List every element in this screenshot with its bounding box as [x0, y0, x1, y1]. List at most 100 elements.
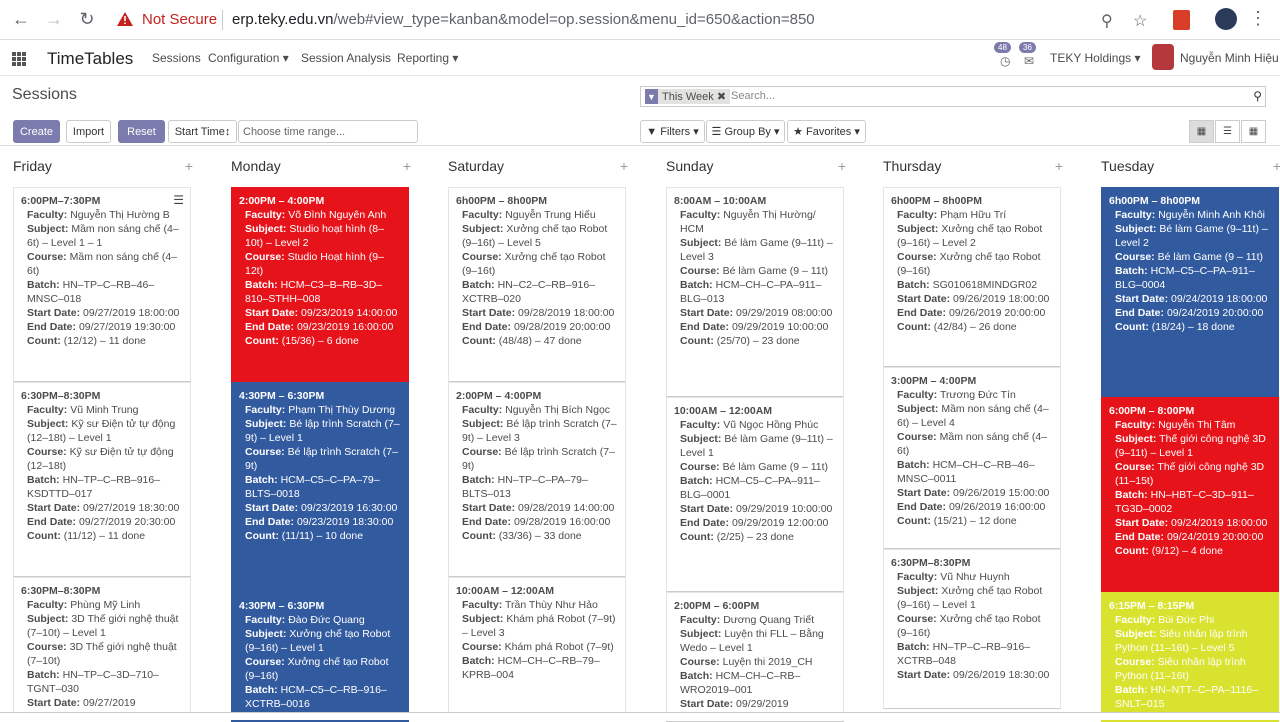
search-bar[interactable]: ▼ This Week ✖ Search... ⚲ [640, 86, 1266, 107]
favorites-button[interactable]: ★ Favorites ▾ [787, 120, 866, 143]
filters-button[interactable]: ▼ Filters ▾ [640, 120, 705, 143]
field-label: Subject: [27, 418, 69, 430]
card-field: Faculty: Phùng Mỹ Linh [21, 598, 183, 612]
reload-icon[interactable]: ↻ [76, 9, 98, 30]
time-range-input[interactable]: Choose time range... [238, 120, 418, 143]
star-icon[interactable]: ☆ [1133, 11, 1147, 31]
field-label: Subject: [897, 585, 939, 597]
start-time-select[interactable]: Start Time ↕ [168, 120, 237, 143]
card-field: Faculty: Nguyễn Thị Tâm [1109, 418, 1271, 432]
extension-icon[interactable] [1173, 10, 1190, 30]
session-time: 6:30PM–8:30PM [21, 585, 101, 597]
quick-create-icon[interactable]: + [1273, 158, 1280, 174]
kanban-view-icon[interactable]: ▦ [1189, 120, 1214, 143]
import-button[interactable]: Import [66, 120, 111, 143]
session-time: 6:00PM – 8:00PM [1109, 405, 1195, 417]
field-value: 09/29/2019 12:00:00 [731, 517, 829, 529]
session-card[interactable]: 4:30PM – 6:30PM Faculty: Phạm Thị Thùy Dư… [231, 382, 409, 592]
user-avatar[interactable] [1152, 44, 1174, 70]
horizontal-scrollbar[interactable] [0, 712, 1280, 720]
quick-create-icon[interactable]: + [838, 158, 846, 174]
company-switcher[interactable]: TEKY Holdings ▾ [1050, 51, 1141, 65]
field-label: Batch: [680, 279, 713, 291]
card-field: Count: (11/12) – 11 done [21, 529, 183, 543]
field-value: 09/24/2019 20:00:00 [1166, 307, 1264, 319]
create-button[interactable]: Create [13, 120, 60, 143]
search-facet[interactable]: ▼ This Week ✖ [645, 89, 731, 104]
card-field: Course: Bé lập trình Scratch (7–9t) [456, 445, 618, 473]
session-card[interactable]: 6:15PM – 8:15PM Faculty: Bùi Đức Phi Subje… [1101, 592, 1279, 722]
card-field: Count: (11/11) – 10 done [239, 529, 401, 543]
card-field: End Date: 09/29/2019 10:00:00 [674, 320, 836, 334]
session-card[interactable]: 6:30PM–8:30PM Faculty: Vũ Minh Trung Subje… [13, 382, 191, 577]
session-card[interactable]: 10:00AM – 12:00AM Faculty: Trần Thùy Như … [448, 577, 626, 717]
menu-configuration[interactable]: Configuration ▾ [208, 51, 289, 65]
session-card[interactable]: 6h00PM – 8h00PM Faculty: Nguyễn Minh Anh … [1101, 187, 1279, 397]
session-time: 6h00PM – 8h00PM [1109, 195, 1201, 207]
field-label: Batch: [462, 655, 495, 667]
quick-create-icon[interactable]: + [1055, 158, 1063, 174]
field-label: Course: [1115, 656, 1155, 668]
session-card[interactable]: 6:30PM–8:30PM Faculty: Phùng Mỹ Linh Subje… [13, 577, 191, 717]
session-card[interactable]: 6h00PM – 8h00PM Faculty: Phạm Hữu Trí Subj… [883, 187, 1061, 367]
search-icon[interactable]: ⚲ [1253, 89, 1262, 103]
session-card[interactable]: 10:00AM – 12:00AM Faculty: Vũ Ngọc Hồng P… [666, 397, 844, 592]
field-label: Course: [27, 641, 67, 653]
facet-label: This Week [662, 90, 714, 103]
quick-create-icon[interactable]: + [620, 158, 628, 174]
list-view-icon[interactable]: ☰ [1215, 120, 1240, 143]
session-card[interactable]: 2:00PM – 6:00PM Faculty: Dương Quang Triế… [666, 592, 844, 722]
session-time: 4:30PM – 6:30PM [239, 600, 325, 612]
field-label: End Date: [462, 516, 512, 528]
user-menu[interactable]: Nguyễn Minh Hiệu [1180, 51, 1279, 65]
field-label: Batch: [897, 641, 930, 653]
session-card[interactable]: 6:30PM–8:30PM Faculty: Vũ Như Huynh Subjec… [883, 549, 1061, 709]
field-label: Subject: [1115, 433, 1157, 445]
back-icon[interactable]: ← [10, 9, 32, 30]
field-label: Start Date: [27, 697, 81, 709]
card-field: Course: Luyện thi 2019_CH [674, 655, 836, 669]
session-card[interactable]: 6h00PM – 8h00PM Faculty: Nguyễn Trung Hiế… [448, 187, 626, 382]
menu-reporting[interactable]: Reporting ▾ [397, 51, 458, 65]
group-by-button[interactable]: ☰ Group By ▾ [706, 120, 785, 143]
apps-grid-icon[interactable] [12, 52, 26, 66]
session-card[interactable]: 3:00PM – 4:00PM Faculty: Trương Đức Tín Su… [883, 367, 1061, 549]
search-input[interactable]: Search... [731, 90, 775, 102]
column-title: Thursday [883, 158, 942, 174]
address-bar[interactable]: erp.teky.edu.vn/web#view_type=kanban&mod… [232, 11, 815, 28]
session-card[interactable]: 6:00PM–7:30PM ☰ Faculty: Nguyễn Thị Hường … [13, 187, 191, 382]
field-label: Subject: [897, 403, 939, 415]
quick-create-icon[interactable]: + [403, 158, 411, 174]
session-card[interactable]: 6:00PM – 8:00PM Faculty: Nguyễn Thị Tâm Su… [1101, 397, 1279, 592]
card-field: Count: (18/24) – 18 done [1109, 320, 1271, 334]
field-value: Nguyễn Minh Anh Khôi [1158, 209, 1266, 221]
card-field: Batch: HCM–CH–C–RB–46–MNSC–0011 [891, 458, 1053, 486]
card-field: Subject: Bé làm Game (9–11t) – Level 3 [674, 236, 836, 264]
card-field: Start Date: 09/23/2019 16:30:00 [239, 501, 401, 515]
card-field: Course: Xưởng chế tạo Robot (9–16t) [239, 655, 401, 683]
menu-session-analysis[interactable]: Session Analysis [301, 51, 391, 65]
session-card[interactable]: 2:00PM – 4:00PM Faculty: Võ Đình Nguyên A… [231, 187, 409, 382]
calendar-view-icon[interactable]: ▦ [1241, 120, 1266, 143]
field-value: Trương Đức Tín [940, 389, 1016, 401]
reset-button[interactable]: Reset [118, 120, 165, 143]
messages-icon[interactable]: ✉ [1024, 54, 1034, 68]
profile-avatar[interactable] [1215, 8, 1237, 30]
card-field: Start Date: 09/26/2019 18:30:00 [891, 668, 1053, 682]
card-field: Course: Xưởng chế tạo Robot (9–16t) [456, 250, 618, 278]
not-secure-label[interactable]: Not Secure [142, 11, 217, 28]
activity-clock-icon[interactable]: ◷ [1000, 54, 1010, 68]
menu-sessions[interactable]: Sessions [152, 51, 201, 65]
kebab-menu-icon[interactable]: ⋮ [1249, 8, 1267, 29]
session-card[interactable]: 8:00AM – 10:00AM Faculty: Nguyễn Thị Hườn… [666, 187, 844, 397]
facet-remove-icon[interactable]: ✖ [717, 90, 726, 103]
session-card[interactable]: 4:30PM – 6:30PM Faculty: Đào Đức Quang Sub… [231, 592, 409, 722]
quick-create-icon[interactable]: + [185, 158, 193, 174]
field-label: Faculty: [1115, 614, 1156, 626]
field-label: Subject: [462, 223, 504, 235]
field-label: End Date: [462, 321, 512, 333]
forward-icon[interactable]: → [43, 9, 65, 30]
session-card[interactable]: 2:00PM – 4:00PM Faculty: Nguyễn Thị Bích … [448, 382, 626, 577]
card-menu-icon[interactable]: ☰ [173, 193, 184, 207]
zoom-icon[interactable]: ⚲ [1101, 11, 1113, 31]
